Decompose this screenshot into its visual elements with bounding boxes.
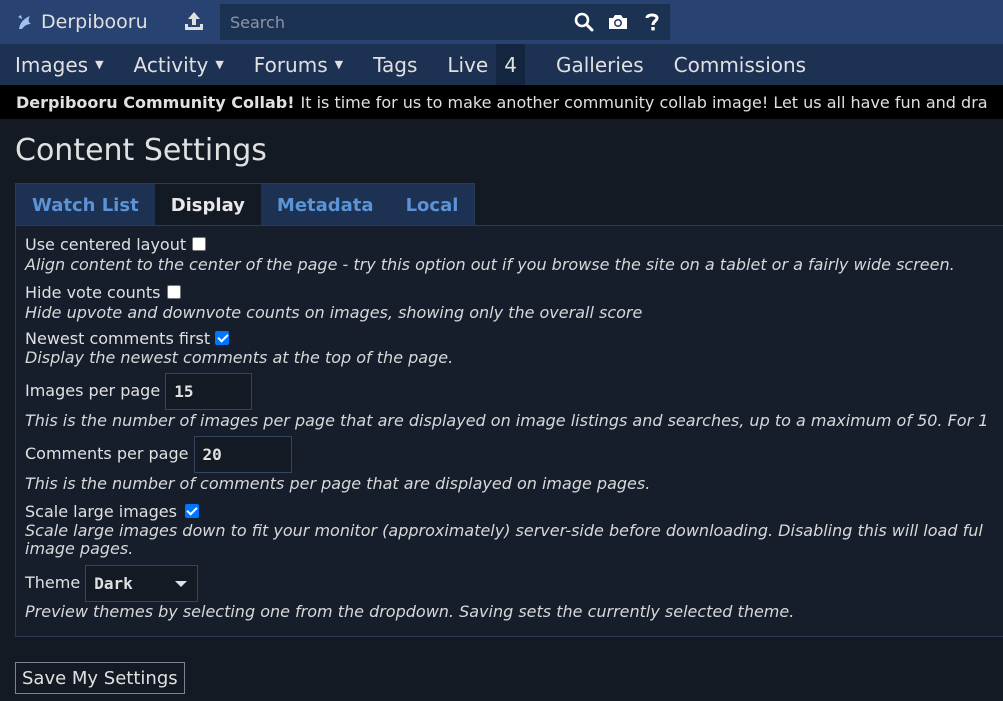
setting-theme: Theme Dark bbox=[25, 565, 199, 602]
comments-per-page-input[interactable]: 20 bbox=[193, 436, 292, 473]
tab-display[interactable]: Display bbox=[154, 184, 261, 226]
nav-tags[interactable]: Tags bbox=[358, 44, 432, 85]
setting-newest-comments-first: Newest comments first bbox=[25, 329, 230, 348]
live-count-badge[interactable]: 4 bbox=[496, 44, 525, 85]
theme-label: Theme bbox=[25, 573, 81, 592]
newest-comments-first-label: Newest comments first bbox=[25, 329, 211, 348]
setting-comments-per-page: Comments per page 20 bbox=[25, 436, 292, 473]
nav-tags-label: Tags bbox=[373, 52, 418, 77]
theme-select[interactable]: Dark bbox=[85, 565, 199, 602]
newest-comments-first-checkbox[interactable] bbox=[215, 331, 230, 345]
images-per-page-input[interactable]: 15 bbox=[165, 373, 253, 410]
caret-down-icon: ▼ bbox=[95, 58, 104, 71]
dropdown-arrow-icon bbox=[175, 580, 188, 587]
centered-layout-checkbox[interactable] bbox=[192, 237, 207, 251]
top-header: Derpibooru bbox=[0, 0, 1003, 44]
tab-metadata[interactable]: Metadata bbox=[261, 184, 390, 226]
upload-icon bbox=[185, 12, 203, 30]
theme-description: Preview themes by selecting one from the… bbox=[25, 602, 795, 621]
search-bar bbox=[220, 4, 670, 40]
reverse-search-button[interactable] bbox=[601, 5, 635, 39]
nav-forums[interactable]: Forums ▼ bbox=[239, 44, 358, 85]
setting-hide-vote-counts: Hide vote counts bbox=[25, 283, 181, 302]
centered-layout-label: Use centered layout bbox=[25, 235, 187, 254]
scale-large-images-label: Scale large images bbox=[25, 502, 177, 521]
images-per-page-label: Images per page bbox=[25, 381, 161, 400]
nav-activity[interactable]: Activity ▼ bbox=[119, 44, 239, 85]
caret-down-icon: ▼ bbox=[215, 58, 224, 71]
site-logo-icon bbox=[18, 15, 31, 29]
camera-icon bbox=[609, 15, 627, 29]
nav-live-label: Live bbox=[447, 52, 489, 77]
search-help-button[interactable] bbox=[635, 5, 669, 39]
scale-large-images-description-cont: image pages. bbox=[25, 539, 134, 558]
display-settings-panel: Use centered layout Align content to the… bbox=[15, 225, 1003, 637]
page-title: Content Settings bbox=[15, 133, 267, 168]
scale-large-images-checkbox[interactable] bbox=[184, 504, 199, 518]
nav-galleries-label: Galleries bbox=[555, 52, 644, 77]
centered-layout-description: Align content to the center of the page … bbox=[25, 255, 955, 274]
search-icon bbox=[574, 12, 594, 32]
scale-large-images-description: Scale large images down to fit your moni… bbox=[25, 521, 983, 540]
images-per-page-description: This is the number of images per page th… bbox=[25, 411, 989, 430]
settings-tabs: Watch List Display Metadata Local bbox=[15, 183, 476, 226]
nav-live[interactable]: Live bbox=[432, 44, 496, 85]
nav-activity-label: Activity bbox=[133, 52, 209, 77]
nav-images[interactable]: Images ▼ bbox=[0, 44, 119, 85]
comments-per-page-label: Comments per page bbox=[25, 444, 189, 463]
tab-watch-list[interactable]: Watch List bbox=[16, 184, 155, 226]
caret-down-icon: ▼ bbox=[334, 58, 344, 71]
hide-vote-counts-label: Hide vote counts bbox=[25, 283, 161, 302]
newest-comments-first-description: Display the newest comments at the top o… bbox=[25, 348, 454, 367]
setting-images-per-page: Images per page 15 bbox=[25, 373, 253, 410]
nav-commissions[interactable]: Commissions bbox=[659, 44, 821, 85]
search-input[interactable] bbox=[221, 5, 567, 39]
nav-forums-label: Forums bbox=[253, 52, 328, 77]
save-settings-button[interactable]: Save My Settings bbox=[15, 662, 185, 694]
hide-vote-counts-description: Hide upvote and downvote counts on image… bbox=[25, 303, 643, 322]
notice-text: It is time for us to make another commun… bbox=[300, 92, 988, 112]
site-name: Derpibooru bbox=[41, 11, 148, 33]
upload-button[interactable] bbox=[183, 10, 205, 36]
site-notice: Derpibooru Community Collab! It is time … bbox=[0, 85, 1003, 119]
nav-images-label: Images bbox=[15, 52, 89, 77]
main-nav: Images ▼ Activity ▼ Forums ▼ Tags Live 4… bbox=[0, 44, 1003, 85]
question-icon bbox=[645, 13, 659, 31]
theme-selected-value: Dark bbox=[94, 574, 133, 593]
nav-galleries[interactable]: Galleries bbox=[541, 44, 659, 85]
notice-title[interactable]: Derpibooru Community Collab! bbox=[16, 93, 295, 112]
site-logo-link[interactable]: Derpibooru bbox=[16, 11, 148, 33]
hide-vote-counts-checkbox[interactable] bbox=[166, 285, 181, 299]
search-button[interactable] bbox=[567, 5, 601, 39]
comments-per-page-description: This is the number of comments per page … bbox=[25, 474, 651, 493]
tab-local[interactable]: Local bbox=[390, 184, 475, 226]
setting-scale-large-images: Scale large images bbox=[25, 502, 199, 521]
setting-centered-layout: Use centered layout bbox=[25, 235, 207, 254]
nav-commissions-label: Commissions bbox=[673, 52, 807, 77]
